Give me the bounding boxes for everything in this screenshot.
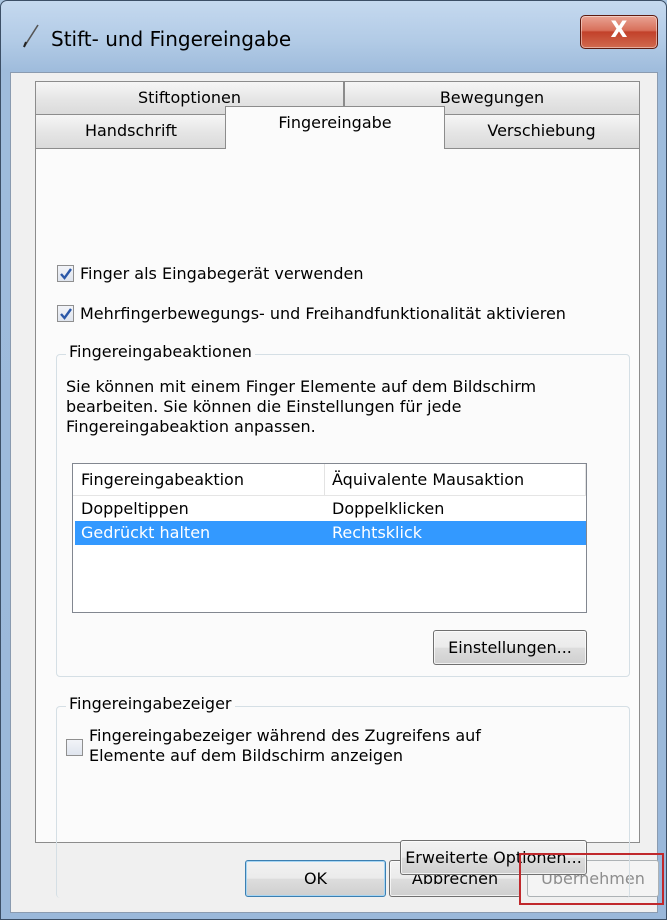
tab-label: Stiftoptionen bbox=[137, 88, 242, 107]
label-line: Fingereingabezeiger während des Zugreife… bbox=[89, 726, 481, 745]
column-header-action[interactable]: Fingereingabeaktion bbox=[81, 470, 244, 489]
label-line: Elemente auf dem Bildschirm anzeigen bbox=[89, 746, 403, 765]
tab-fingereingabe[interactable]: Fingereingabe bbox=[225, 106, 445, 149]
use-finger-checkbox-row[interactable]: Finger als Eingabegerät verwenden bbox=[57, 264, 363, 283]
tab-label: Bewegungen bbox=[439, 88, 545, 107]
actions-description: Sie können mit einem Finger Elemente auf… bbox=[66, 377, 536, 437]
checkmark-icon bbox=[60, 308, 72, 320]
title-bar[interactable]: Stift- und Fingereingabe X bbox=[1, 1, 666, 73]
multitouch-checkbox[interactable] bbox=[57, 305, 74, 322]
tab-label: Verschiebung bbox=[487, 121, 596, 140]
dialog-client-area: Stiftoptionen Bewegungen Handschrift Fin… bbox=[10, 72, 659, 913]
pointer-checkbox-row[interactable]: Fingereingabezeiger während des Zugreife… bbox=[66, 726, 481, 766]
column-separator[interactable] bbox=[324, 464, 325, 495]
finger-actions-listview[interactable]: Fingereingabeaktion Äquivalente Mausakti… bbox=[72, 463, 587, 613]
tab-handschrift[interactable]: Handschrift bbox=[35, 114, 227, 148]
row-mouse: Rechtsklick bbox=[332, 523, 423, 542]
row-action: Gedrückt halten bbox=[81, 523, 211, 542]
column-header-mouse[interactable]: Äquivalente Mausaktion bbox=[332, 470, 524, 489]
use-finger-label: Finger als Eingabegerät verwenden bbox=[80, 264, 364, 283]
settings-button-label: Einstellungen... bbox=[448, 638, 572, 657]
highlight-box bbox=[519, 853, 664, 905]
pointer-checkbox-label: Fingereingabezeiger während des Zugreife… bbox=[89, 726, 481, 766]
actions-group-title: Fingereingabeaktionen bbox=[66, 342, 255, 361]
description-line: bearbeiten. Sie können die Einstellungen… bbox=[66, 397, 462, 416]
use-finger-checkbox[interactable] bbox=[57, 265, 74, 282]
row-mouse: Doppelklicken bbox=[332, 499, 445, 518]
close-icon: X bbox=[610, 18, 628, 43]
tab-label: Handschrift bbox=[84, 121, 178, 140]
pen-icon bbox=[23, 24, 39, 48]
description-line: Sie können mit einem Finger Elemente auf… bbox=[66, 377, 537, 396]
window-title: Stift- und Fingereingabe bbox=[51, 27, 292, 51]
multitouch-checkbox-row[interactable]: Mehrfingerbewegungs- und Freihandfunktio… bbox=[57, 304, 566, 323]
table-row[interactable]: Doppeltippen Doppelklicken bbox=[73, 497, 586, 521]
dialog-window: Stift- und Fingereingabe X Stiftoptionen… bbox=[0, 0, 667, 920]
settings-button[interactable]: Einstellungen... bbox=[433, 630, 587, 665]
description-line: Fingereingabeaktion anpassen. bbox=[66, 417, 316, 436]
column-separator[interactable] bbox=[585, 464, 586, 495]
tab-panel-fingereingabe: Finger als Eingabegerät verwenden Mehrfi… bbox=[35, 148, 640, 898]
pointer-checkbox[interactable] bbox=[66, 739, 83, 756]
close-button[interactable]: X bbox=[580, 15, 658, 49]
row-action: Doppeltippen bbox=[81, 499, 189, 518]
listview-header: Fingereingabeaktion Äquivalente Mausakti… bbox=[73, 464, 586, 496]
multitouch-label: Mehrfingerbewegungs- und Freihandfunktio… bbox=[80, 304, 566, 323]
tab-verschiebung[interactable]: Verschiebung bbox=[443, 114, 640, 148]
table-row-selected[interactable]: Gedrückt halten Rechtsklick bbox=[75, 521, 586, 545]
checkmark-icon bbox=[60, 268, 72, 280]
tab-label: Fingereingabe bbox=[278, 113, 392, 132]
pointer-group-title: Fingereingabezeiger bbox=[66, 694, 235, 713]
